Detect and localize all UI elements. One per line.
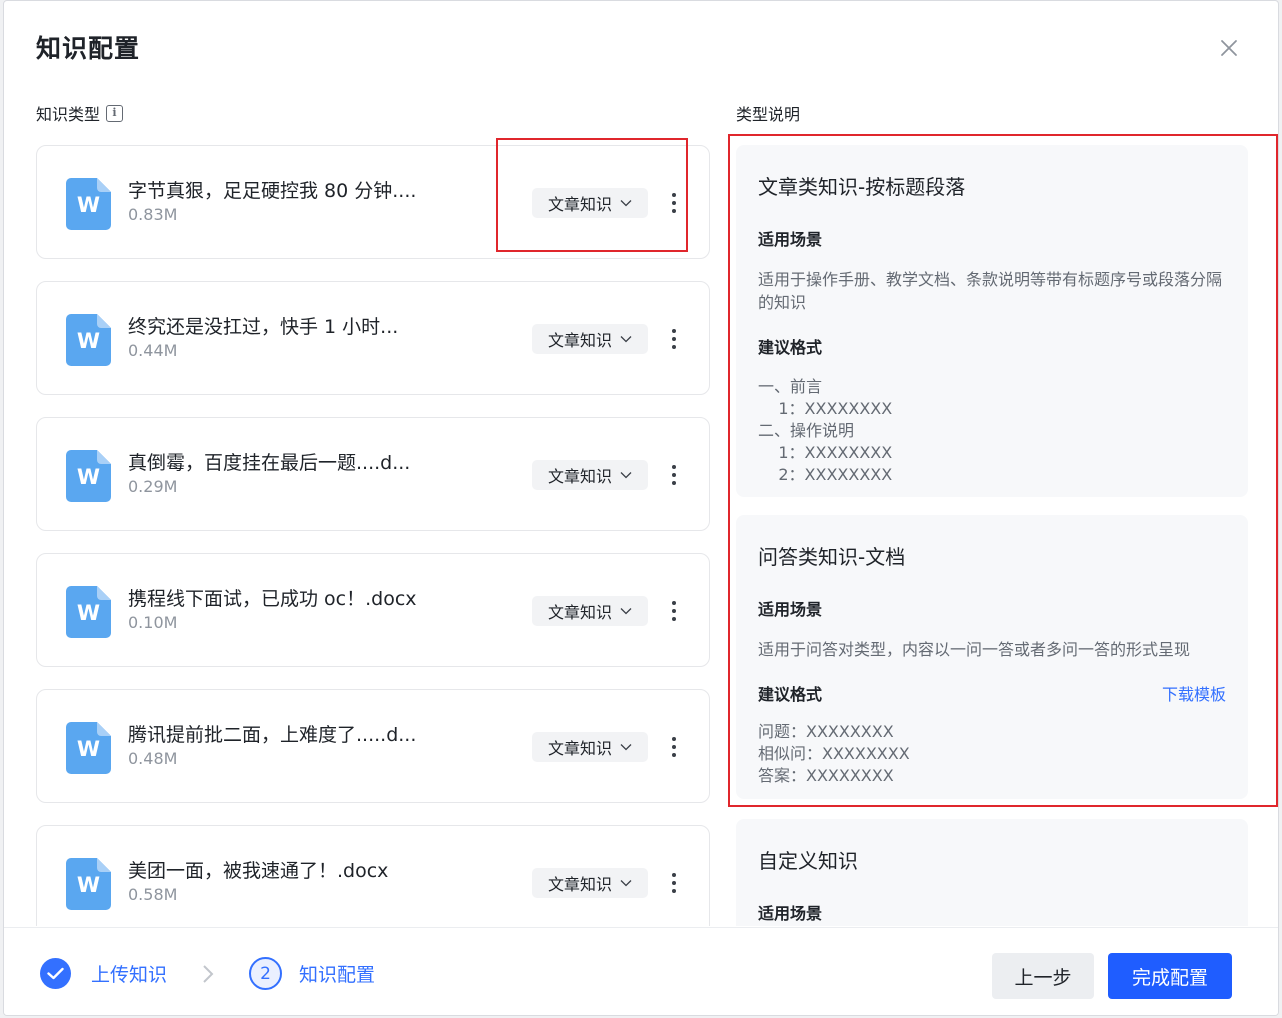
- file-size: 0.44M: [128, 341, 178, 360]
- dialog-title: 知识配置: [36, 34, 141, 63]
- file-card: W 腾讯提前批二面，上难度了.....d... 0.48M 文章知识: [36, 689, 710, 803]
- knowledge-type-value: 文章知识: [547, 195, 612, 214]
- format-line: 1：XXXXXXXX: [758, 399, 893, 418]
- knowledge-type-value: 文章知识: [547, 467, 612, 486]
- word-file-letter: W: [76, 193, 101, 217]
- knowledge-config-dialog: 知识配置 知识类型 i 类型说明 W 字节真狠，足足硬控我 80 分钟.... …: [3, 0, 1279, 1016]
- file-name: 终究还是没扛过，快手 1 小时...: [128, 316, 399, 338]
- more-icon[interactable]: [665, 326, 683, 352]
- file-card: W 携程线下面试，已成功 oc！.docx 0.10M 文章知识: [36, 553, 710, 667]
- previous-step-button[interactable]: 上一步: [992, 953, 1094, 999]
- chevron-right-icon: [203, 965, 214, 983]
- qa-card-title: 问答类知识-文档: [758, 545, 906, 569]
- knowledge-type-select[interactable]: 文章知识: [532, 732, 648, 762]
- knowledge-type-select[interactable]: 文章知识: [532, 324, 648, 354]
- article-knowledge-card: 文章类知识-按标题段落 适用场景 适用于操作手册、教学文档、条款说明等带有标题序…: [736, 145, 1248, 497]
- knowledge-type-value: 文章知识: [547, 331, 612, 350]
- file-card: W 真倒霉，百度挂在最后一题....d... 0.29M 文章知识: [36, 417, 710, 531]
- scene-label: 适用场景: [758, 230, 823, 249]
- format-line: 答案：XXXXXXXX: [758, 766, 894, 785]
- chevron-down-icon: [620, 336, 632, 343]
- chevron-down-icon: [620, 200, 632, 207]
- file-card: W 字节真狠，足足硬控我 80 分钟.... 0.83M 文章知识: [36, 145, 710, 259]
- file-size: 0.58M: [128, 885, 178, 904]
- file-name: 美团一面，被我速通了！.docx: [128, 860, 389, 882]
- file-size: 0.29M: [128, 477, 178, 496]
- chevron-down-icon: [620, 880, 632, 887]
- knowledge-type-value: 文章知识: [547, 603, 612, 622]
- knowledge-type-select[interactable]: 文章知识: [532, 596, 648, 626]
- more-icon[interactable]: [665, 462, 683, 488]
- chevron-down-icon: [620, 608, 632, 615]
- knowledge-type-value: 文章知识: [547, 875, 612, 894]
- check-icon: [40, 958, 71, 989]
- more-icon[interactable]: [665, 870, 683, 896]
- word-file-letter: W: [76, 465, 101, 489]
- knowledge-type-text: 知识类型: [36, 105, 101, 124]
- type-description-panel: 文章类知识-按标题段落 适用场景 适用于操作手册、教学文档、条款说明等带有标题序…: [736, 141, 1248, 926]
- dialog-footer: 上传知识 2 知识配置 上一步 完成配置: [4, 927, 1278, 1015]
- type-description-label: 类型说明: [736, 105, 801, 124]
- finish-config-button[interactable]: 完成配置: [1108, 953, 1232, 999]
- knowledge-type-select[interactable]: 文章知识: [532, 868, 648, 898]
- file-size: 0.10M: [128, 613, 178, 632]
- scene-text: 适用于操作手册、教学文档、条款说明等带有标题序号或段落分隔的知识: [758, 270, 1223, 312]
- word-file-letter: W: [76, 601, 101, 625]
- format-header: 建议格式 下载模板: [758, 681, 1226, 705]
- more-icon[interactable]: [665, 598, 683, 624]
- scene-text: 适用于问答对类型，内容以一问一答或者多问一答的形式呈现: [758, 640, 1191, 659]
- knowledge-type-select[interactable]: 文章知识: [532, 460, 648, 490]
- format-example: 问题：XXXXXXXX 相似问：XXXXXXXX 答案：XXXXXXXX: [758, 721, 1226, 787]
- format-line: 1：XXXXXXXX: [758, 443, 893, 462]
- scene-label: 适用场景: [758, 600, 823, 619]
- step-number: 2: [249, 957, 282, 990]
- chevron-down-icon: [620, 472, 632, 479]
- knowledge-type-select[interactable]: 文章知识: [532, 188, 648, 218]
- word-file-letter: W: [76, 873, 101, 897]
- word-file-letter: W: [76, 329, 101, 353]
- qa-knowledge-card: 问答类知识-文档 适用场景 适用于问答对类型，内容以一问一答或者多问一答的形式呈…: [736, 515, 1248, 799]
- format-line: 一、前言: [758, 377, 823, 396]
- download-template-link[interactable]: 下载模板: [1162, 681, 1226, 705]
- more-icon[interactable]: [665, 734, 683, 760]
- knowledge-type-label: 知识类型 i: [36, 101, 124, 125]
- file-size: 0.83M: [128, 205, 178, 224]
- format-label: 建议格式: [758, 685, 823, 704]
- format-label: 建议格式: [758, 338, 823, 357]
- more-icon[interactable]: [665, 190, 683, 216]
- file-card: W 美团一面，被我速通了！.docx 0.58M 文章知识: [36, 825, 710, 926]
- file-size: 0.48M: [128, 749, 178, 768]
- chevron-down-icon: [620, 744, 632, 751]
- close-icon[interactable]: [1216, 35, 1242, 61]
- format-line: 问题：XXXXXXXX: [758, 722, 894, 741]
- file-name: 腾讯提前批二面，上难度了.....d...: [128, 724, 417, 746]
- custom-card-title: 自定义知识: [758, 849, 858, 873]
- step-config[interactable]: 2 知识配置: [249, 957, 375, 990]
- file-name: 携程线下面试，已成功 oc！.docx: [128, 588, 417, 610]
- info-icon[interactable]: i: [106, 104, 124, 122]
- scene-label: 适用场景: [758, 904, 823, 923]
- article-card-title: 文章类知识-按标题段落: [758, 175, 966, 199]
- file-list: W 字节真狠，足足硬控我 80 分钟.... 0.83M 文章知识 W 终究还是…: [36, 141, 712, 926]
- step-upload-label: 上传知识: [91, 964, 168, 986]
- format-line: 相似问：XXXXXXXX: [758, 744, 910, 763]
- format-line: 二、操作说明: [758, 421, 855, 440]
- step-upload[interactable]: 上传知识: [40, 958, 167, 989]
- word-file-letter: W: [76, 737, 101, 761]
- file-card: W 终究还是没扛过，快手 1 小时... 0.44M 文章知识: [36, 281, 710, 395]
- file-name: 真倒霉，百度挂在最后一题....d...: [128, 452, 411, 474]
- step-config-label: 知识配置: [299, 964, 376, 986]
- knowledge-type-value: 文章知识: [547, 739, 612, 758]
- format-line: 2：XXXXXXXX: [758, 465, 893, 484]
- file-name: 字节真狠，足足硬控我 80 分钟....: [128, 180, 417, 202]
- format-example: 一、前言 1：XXXXXXXX 二、操作说明 1：XXXXXXXX 2：XXXX…: [758, 376, 1226, 486]
- custom-knowledge-card: 自定义知识 适用场景: [736, 819, 1248, 926]
